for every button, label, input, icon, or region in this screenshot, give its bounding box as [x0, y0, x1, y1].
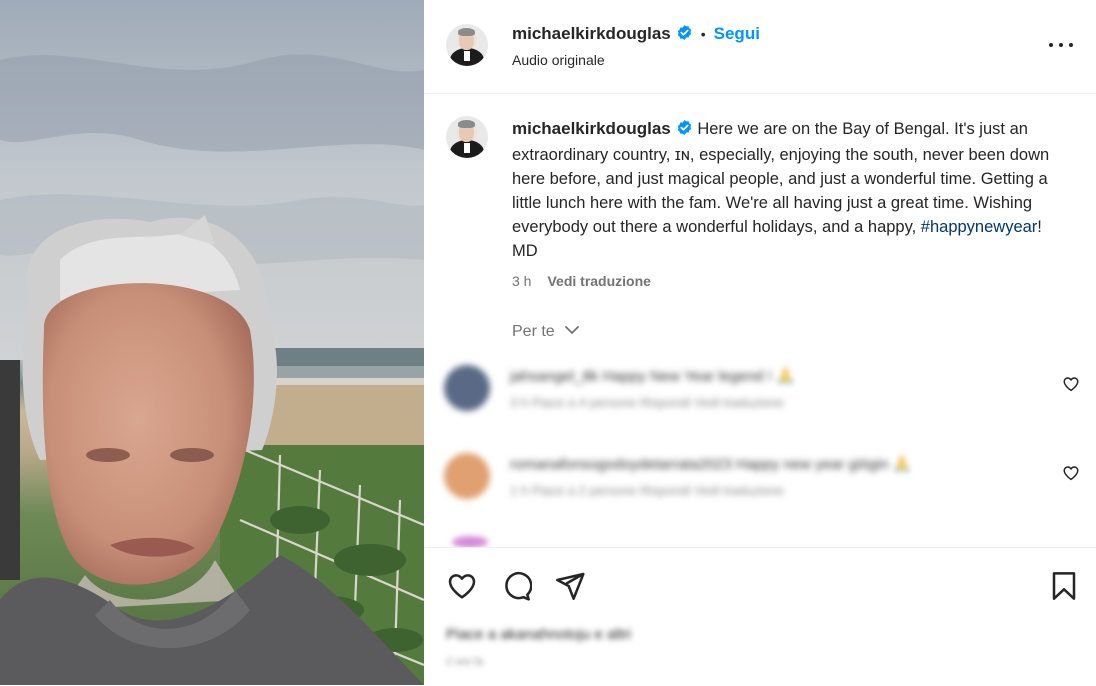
more-options-icon[interactable] [1048, 34, 1074, 56]
comment-like-heart-icon[interactable] [1062, 375, 1080, 393]
see-translation-link[interactable]: Vedi traduzione [547, 273, 650, 289]
comment-like-heart-icon[interactable] [1062, 464, 1080, 482]
bookmark-icon[interactable] [1048, 570, 1080, 607]
verified-badge-icon [676, 119, 693, 143]
comment-avatar[interactable] [444, 365, 490, 411]
post-header: michaelkirkdouglas • Segui Audio originale [424, 0, 1096, 94]
author-avatar[interactable] [446, 24, 488, 66]
heart-icon[interactable] [446, 570, 478, 607]
comment-text: jahsangel_8k Happy New Year legend ! 🙏 [510, 368, 795, 385]
post-time: 3 h [512, 273, 532, 289]
share-icon[interactable] [554, 570, 586, 607]
comment-meta: 3 h Piace a 4 persone Rispondi Vedi trad… [510, 395, 784, 410]
caption-meta: 3 h Vedi traduzione [512, 273, 651, 289]
comment-icon[interactable] [500, 570, 533, 607]
chevron-down-icon [565, 322, 580, 340]
comment-avatar[interactable] [444, 453, 490, 499]
post-caption: michaelkirkdouglas Here we are on the Ba… [512, 117, 1072, 263]
verified-badge-icon [676, 24, 693, 46]
comment-item: romanafonsogodoydetarrata2023 Happy new … [444, 453, 1084, 513]
likes-count[interactable]: Piace a akanahnotoju e altri [446, 626, 631, 643]
hashtag-link[interactable]: #happynewyear [921, 218, 1038, 236]
post-date: 2 ore fa [446, 656, 484, 668]
post-media-video[interactable] [0, 0, 424, 685]
caption-author-avatar[interactable] [446, 116, 488, 158]
comments-filter-label: Per te [512, 323, 555, 340]
comment-meta: 1 h Piace a 2 persone Rispondi Vedi trad… [510, 483, 784, 498]
audio-label[interactable]: Audio originale [512, 52, 605, 68]
author-username[interactable]: michaelkirkdouglas [512, 24, 671, 43]
separator-dot: • [700, 26, 706, 42]
comment-text: romanafonsogodoydetarrata2023 Happy new … [510, 456, 912, 473]
instagram-post-view: michaelkirkdouglas • Segui Audio originale… [0, 0, 1096, 686]
author-line: michaelkirkdouglas • Segui [512, 24, 760, 46]
follow-button[interactable]: Segui [714, 24, 760, 43]
comment-item: jahsangel_8k Happy New Year legend ! 🙏 3… [444, 365, 1084, 425]
post-actions-bar: Piace a akanahnotoju e altri 2 ore fa [424, 547, 1096, 686]
selfie-beach-image [0, 0, 424, 685]
caption-username[interactable]: michaelkirkdouglas [512, 119, 671, 138]
post-details-panel: michaelkirkdouglas • Segui Audio originale… [424, 0, 1096, 686]
comments-filter-dropdown[interactable]: Per te [512, 322, 580, 341]
